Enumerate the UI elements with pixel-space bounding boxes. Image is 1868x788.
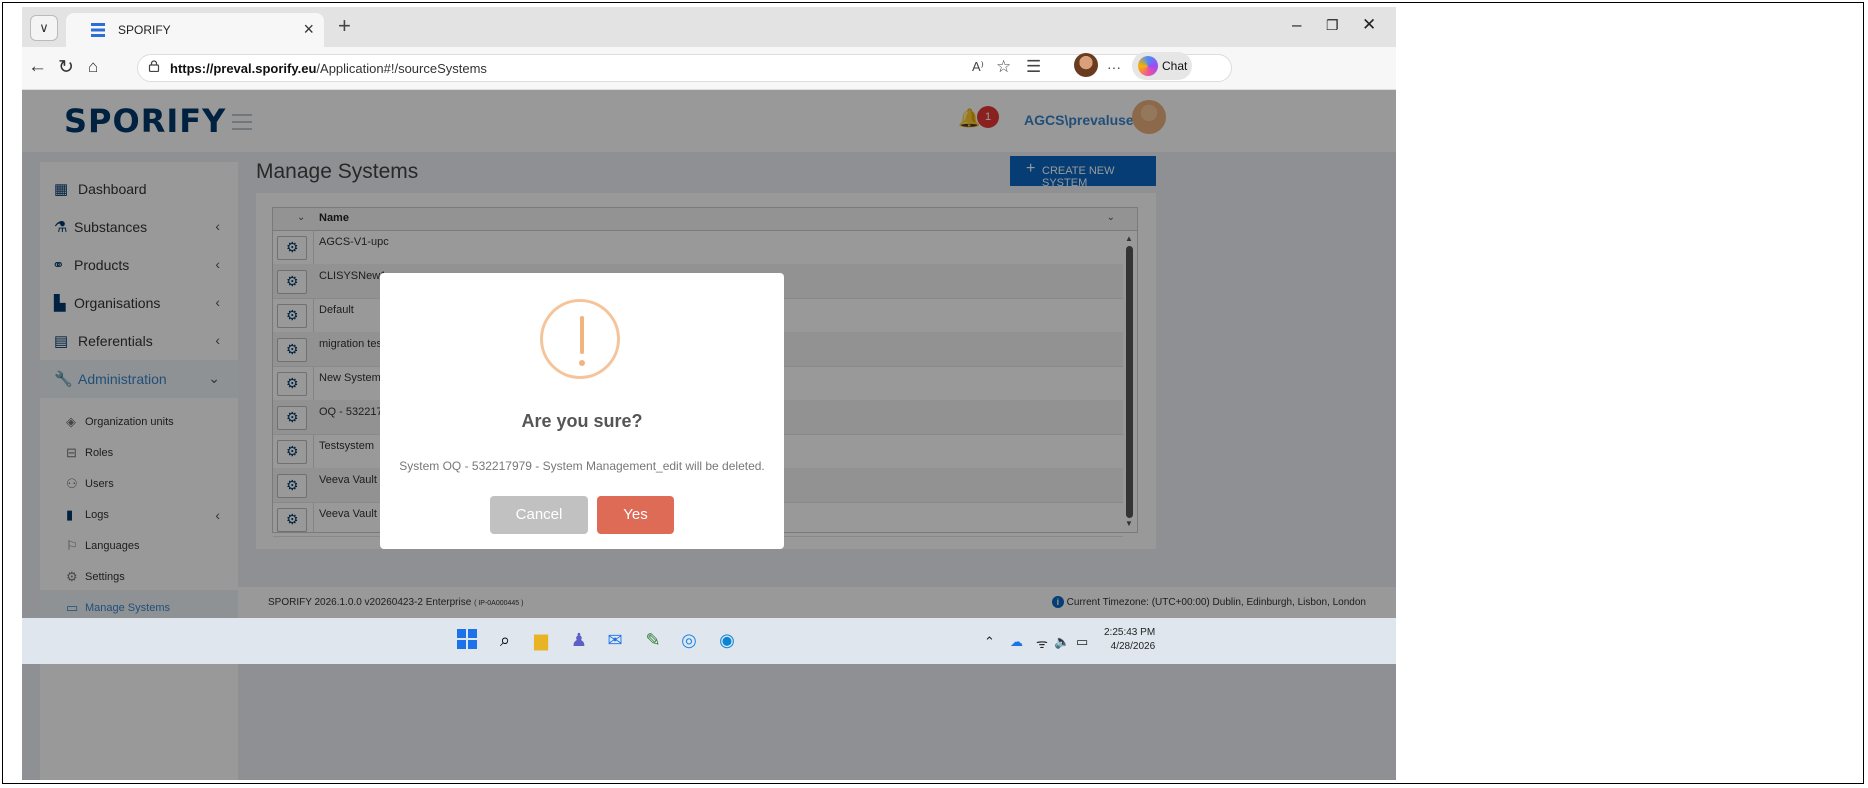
wifi-icon[interactable]: ᯤ — [1036, 634, 1048, 652]
sporify-favicon-icon — [91, 23, 105, 37]
dialog-title: Are you sure? — [521, 411, 643, 431]
outlook-icon[interactable]: ✉ — [604, 629, 626, 651]
teams-icon[interactable]: ♟ — [568, 629, 590, 651]
home-icon[interactable]: ⌂ — [88, 57, 98, 77]
page-content: SPORIFY 🔔 1 AGCS\prevaluser2 ▦ Dashboard… — [22, 90, 1396, 780]
minimize-icon[interactable]: – — [1292, 15, 1301, 35]
windows-taskbar: ⌕ ▆ ♟ ✉ ✎ ◎ ◉ ⌃ ☁ ᯤ 🔈 ▭ 2:25:43 PM 4/28/… — [22, 618, 1396, 664]
lock-icon — [148, 60, 160, 72]
windows-start-icon[interactable] — [456, 629, 478, 651]
tab-bar: ∨ SPORIFY × + – ❐ ✕ — [22, 7, 1396, 47]
file-explorer-icon[interactable]: ▆ — [530, 629, 552, 651]
search-icon[interactable]: ⌕ — [494, 629, 516, 651]
close-window-icon[interactable]: ✕ — [1362, 15, 1376, 35]
back-icon[interactable]: ← — [28, 56, 47, 78]
dialog-message: System OQ - 532217979 - System Managemen… — [399, 459, 765, 473]
battery-icon[interactable]: ▭ — [1076, 634, 1088, 650]
copilot-icon — [1138, 56, 1158, 76]
navigation-bar: ← ↻ ⌂ https://preval.sporify.eu/Applicat… — [22, 47, 1396, 90]
confirm-dialog: Are you sure? System OQ - 532217979 - Sy… — [380, 273, 784, 549]
yes-button[interactable]: Yes — [597, 496, 674, 534]
cancel-button[interactable]: Cancel — [490, 496, 588, 534]
chevron-up-icon[interactable]: ⌃ — [984, 634, 995, 650]
favorite-star-icon[interactable]: ☆ — [996, 57, 1011, 77]
onedrive-icon[interactable]: ☁ — [1010, 634, 1023, 650]
new-tab-icon[interactable]: + — [338, 13, 351, 39]
refresh-icon[interactable]: ↻ — [58, 56, 74, 79]
edge-icon[interactable]: ◉ — [716, 629, 738, 651]
tab-list-button[interactable]: ∨ — [30, 15, 58, 41]
restore-icon[interactable]: ❐ — [1326, 17, 1339, 34]
more-icon[interactable]: ··· — [1107, 59, 1121, 75]
tab-close-icon[interactable]: × — [303, 19, 314, 40]
warning-icon — [540, 299, 620, 379]
url-text: https://preval.sporify.eu/Application#!/… — [170, 61, 487, 76]
browser-window: ∨ SPORIFY × + – ❐ ✕ ← ↻ ⌂ https://preval… — [22, 7, 1396, 780]
edge-dev-icon[interactable]: ◎ — [678, 629, 700, 651]
tab-sporify[interactable]: SPORIFY × — [66, 13, 324, 47]
address-bar[interactable]: https://preval.sporify.eu/Application#!/… — [137, 54, 1232, 82]
notepad-icon[interactable]: ✎ — [642, 629, 664, 651]
favorites-list-icon[interactable]: ☰ — [1026, 57, 1041, 77]
profile-avatar[interactable] — [1074, 53, 1098, 77]
tab-title: SPORIFY — [118, 23, 171, 37]
copilot-chat-button[interactable]: Chat — [1132, 52, 1192, 80]
clock[interactable]: 2:25:43 PM 4/28/2026 — [1104, 626, 1155, 654]
volume-icon[interactable]: 🔈 — [1054, 634, 1070, 650]
read-aloud-icon[interactable]: A⁾ — [972, 59, 984, 75]
